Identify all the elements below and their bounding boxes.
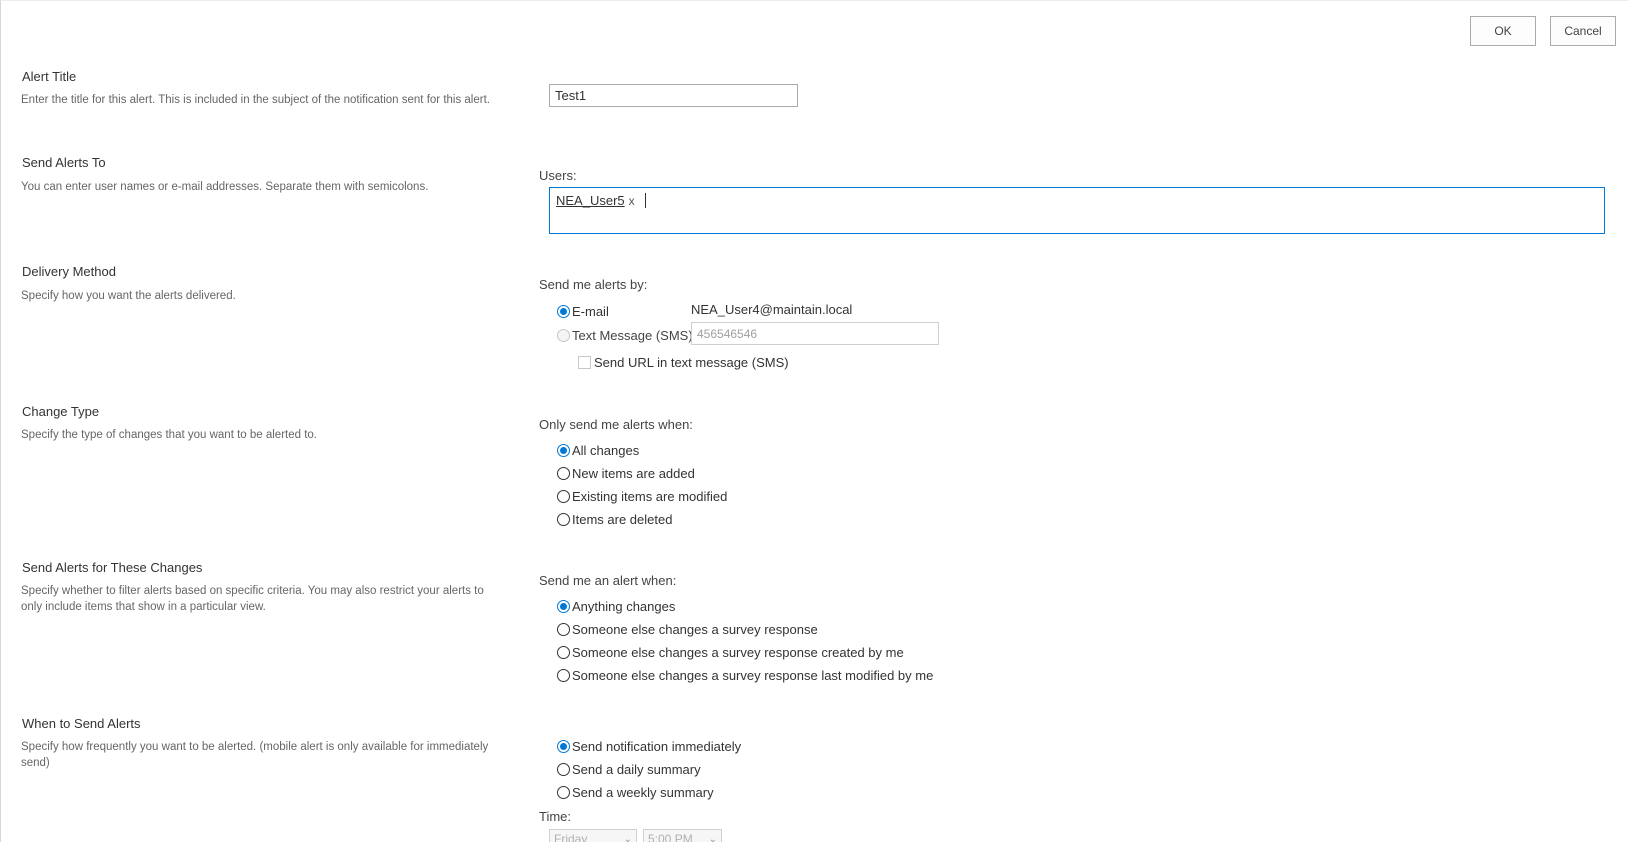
frequency-radio[interactable] — [557, 739, 570, 753]
sms-radio-option: Text Message (SMS) — [557, 326, 693, 344]
criteria-radio[interactable] — [557, 645, 570, 659]
email-radio-option[interactable]: E-mail — [557, 302, 609, 320]
criteria-heading: Send Alerts for These Changes — [22, 560, 203, 575]
criteria-option-label: Someone else changes a survey response c… — [572, 644, 904, 660]
chevron-down-icon: ⌄ — [623, 833, 632, 842]
chevron-down-icon: ⌄ — [708, 833, 717, 842]
change-type-radio[interactable] — [557, 443, 570, 457]
time-select: 5:00 PM ⌄ — [643, 829, 722, 842]
alert-title-heading: Alert Title — [22, 69, 77, 84]
frequency-option-label: Send a daily summary — [572, 761, 701, 777]
change-type-option[interactable]: New items are added — [557, 464, 695, 482]
change-type-radio[interactable] — [557, 512, 570, 526]
criteria-option[interactable]: Someone else changes a survey response l… — [557, 666, 933, 684]
frequency-option[interactable]: Send a weekly summary — [557, 783, 714, 801]
users-label: Users: — [539, 168, 577, 183]
criteria-description: Specify whether to filter alerts based o… — [21, 585, 484, 613]
alert-settings-page: OK Cancel Alert Title Enter the title fo… — [0, 0, 1628, 842]
users-people-picker[interactable]: NEA_User5 x — [549, 187, 1605, 234]
time-label: Time: — [539, 809, 572, 824]
criteria-option[interactable]: Anything changes — [557, 597, 675, 615]
change-type-heading: Change Type — [22, 404, 100, 419]
change-type-option-label: New items are added — [572, 465, 695, 481]
sms-number-input — [691, 322, 939, 345]
remove-user-icon[interactable]: x — [629, 194, 635, 208]
frequency-option-label: Send notification immediately — [572, 738, 742, 754]
change-type-option[interactable]: Existing items are modified — [557, 487, 727, 505]
text-cursor — [644, 193, 646, 208]
send-alert-when-label: Send me an alert when: — [539, 573, 677, 588]
user-token[interactable]: NEA_User5 x — [556, 193, 646, 208]
time-select-value: 5:00 PM — [648, 832, 693, 842]
frequency-radio[interactable] — [557, 785, 570, 799]
frequency-radio[interactable] — [557, 762, 570, 776]
send-alerts-by-label: Send me alerts by: — [539, 277, 648, 292]
send-alerts-to-description: You can enter user names or e-mail addre… — [21, 181, 429, 193]
change-type-option-label: Items are deleted — [572, 511, 673, 527]
frequency-option-label: Send a weekly summary — [572, 784, 714, 800]
cancel-button[interactable]: Cancel — [1550, 16, 1616, 46]
sms-label: Text Message (SMS) — [572, 327, 693, 343]
change-type-option-label: All changes — [572, 442, 640, 458]
delivery-method-description: Specify how you want the alerts delivere… — [21, 290, 236, 302]
sms-url-checkbox-option: Send URL in text message (SMS) — [578, 353, 789, 371]
criteria-option[interactable]: Someone else changes a survey response — [557, 620, 818, 638]
criteria-option-label: Anything changes — [572, 598, 676, 614]
email-label: E-mail — [572, 303, 609, 319]
criteria-option[interactable]: Someone else changes a survey response c… — [557, 643, 904, 661]
criteria-radio[interactable] — [557, 668, 570, 682]
email-address-value: NEA_User4@maintain.local — [691, 302, 853, 317]
only-send-when-label: Only send me alerts when: — [539, 417, 693, 432]
email-radio[interactable] — [557, 304, 570, 318]
sms-url-label: Send URL in text message (SMS) — [594, 354, 789, 370]
change-type-option-label: Existing items are modified — [572, 488, 728, 504]
user-token-name[interactable]: NEA_User5 — [556, 193, 625, 208]
criteria-radio[interactable] — [557, 622, 570, 636]
frequency-option[interactable]: Send notification immediately — [557, 737, 741, 755]
day-select-value: Friday — [554, 832, 588, 842]
change-type-option[interactable]: All changes — [557, 441, 639, 459]
alert-title-description: Enter the title for this alert. This is … — [21, 94, 490, 106]
change-type-radio[interactable] — [557, 489, 570, 503]
when-to-send-description: Specify how frequently you want to be al… — [21, 741, 489, 769]
alert-title-input[interactable] — [549, 84, 798, 107]
change-type-option[interactable]: Items are deleted — [557, 510, 672, 528]
frequency-option[interactable]: Send a daily summary — [557, 760, 701, 778]
change-type-description: Specify the type of changes that you wan… — [21, 429, 317, 441]
when-to-send-heading: When to Send Alerts — [22, 716, 141, 731]
criteria-option-label: Someone else changes a survey response l… — [572, 667, 934, 683]
criteria-radio[interactable] — [557, 599, 570, 613]
ok-button[interactable]: OK — [1470, 16, 1536, 46]
change-type-radio[interactable] — [557, 466, 570, 480]
day-select: Friday ⌄ — [549, 829, 637, 842]
send-alerts-to-heading: Send Alerts To — [22, 155, 106, 170]
sms-url-checkbox — [578, 355, 591, 369]
delivery-method-heading: Delivery Method — [22, 264, 116, 279]
sms-radio — [557, 328, 570, 342]
criteria-option-label: Someone else changes a survey response — [572, 621, 818, 637]
